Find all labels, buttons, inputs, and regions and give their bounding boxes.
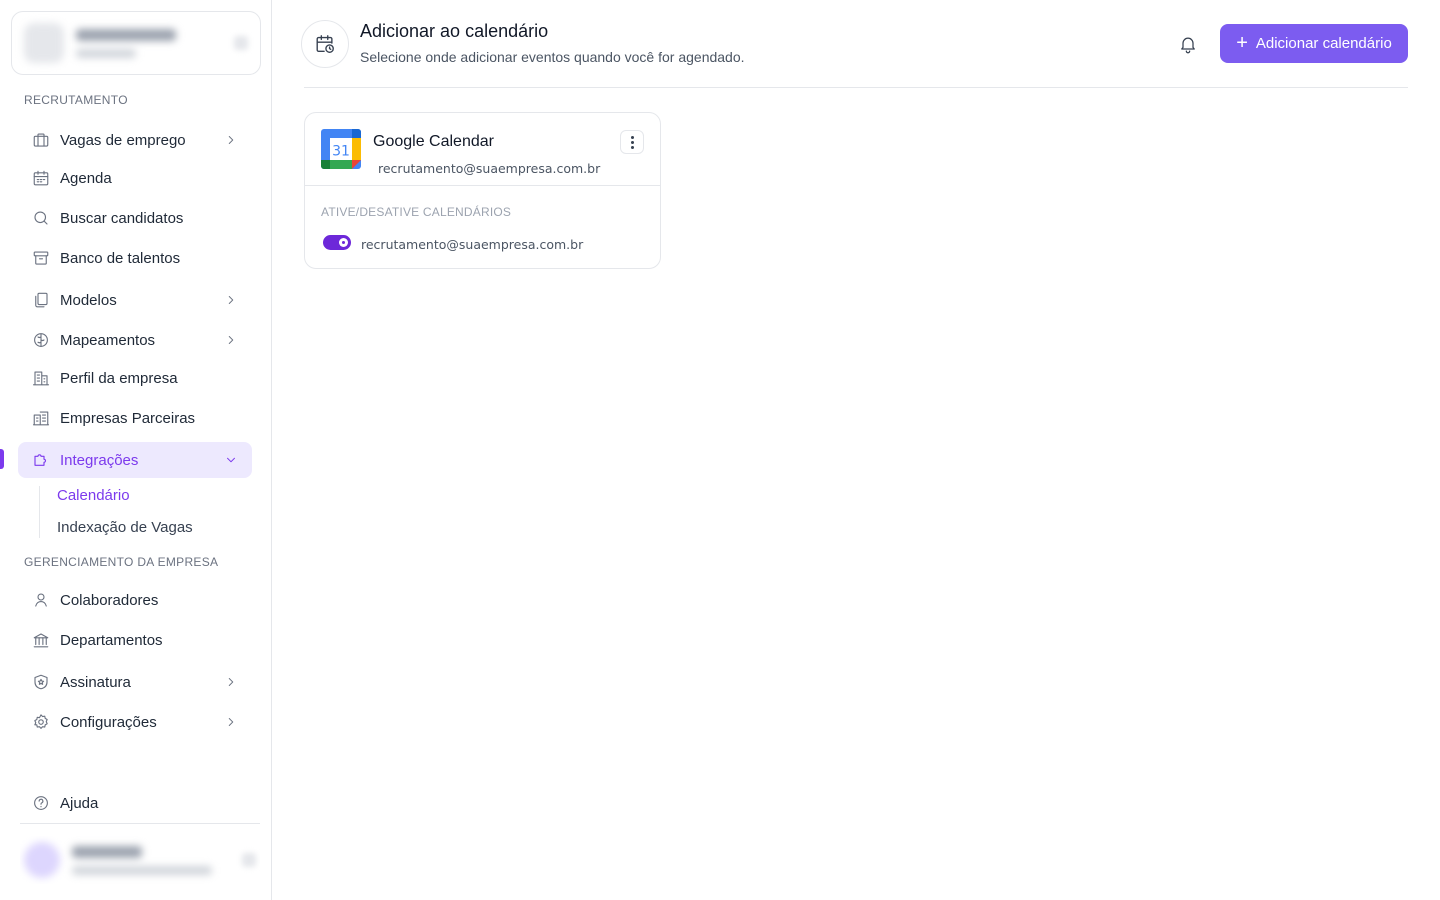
sidebar-item-mappings[interactable]: Mapeamentos [18, 322, 252, 358]
account-avatar [24, 23, 64, 63]
calendar-toggle-label: recrutamento@suaempresa.com.br [361, 237, 584, 252]
user-menu[interactable] [20, 836, 260, 884]
chevron-right-icon [224, 675, 238, 689]
copy-icon [32, 291, 50, 309]
account-info-blurred [76, 28, 222, 58]
calendar-icon [32, 169, 50, 187]
account-switcher[interactable] [11, 11, 261, 75]
sidebar-item-templates[interactable]: Modelos [18, 282, 252, 318]
sidebar-item-label: Integrações [60, 451, 139, 469]
divider [305, 185, 660, 186]
calendar-provider-name: Google Calendar [373, 133, 494, 150]
sidebar-item-jobs[interactable]: Vagas de emprego [18, 122, 252, 158]
sidebar-item-label: Colaboradores [60, 591, 159, 609]
sidebar-item-label: Vagas de emprego [60, 131, 186, 149]
sidebar-item-label: Empresas Parceiras [60, 409, 196, 427]
active-indicator [0, 449, 4, 469]
sidebar-subitem-job-indexing[interactable]: Indexação de Vagas [57, 519, 193, 536]
sidebar-item-label: Assinatura [60, 673, 131, 691]
page-subtitle: Selecione onde adicionar eventos quando … [360, 49, 745, 65]
subnav-line [39, 486, 40, 538]
sidebar-item-search-candidates[interactable]: Buscar candidatos [18, 200, 252, 236]
sidebar-item-label: Departamentos [60, 631, 163, 649]
logo-day: 31 [332, 144, 350, 160]
section-title-company-management: GERENCIAMENTO DA EMPRESA [24, 555, 219, 569]
app: RECRUTAMENTO Vagas de emprego Agenda Bus… [0, 0, 1440, 900]
sidebar-item-departments[interactable]: Departamentos [18, 622, 252, 658]
archive-icon [32, 249, 50, 267]
calendar-account-email: recrutamento@suaempresa.com.br [378, 161, 601, 176]
sidebar-item-integrations[interactable]: Integrações [18, 442, 252, 478]
divider [20, 823, 260, 824]
avatar [24, 842, 60, 878]
building-icon [32, 369, 50, 387]
search-icon [32, 209, 50, 227]
user-icon [32, 591, 50, 609]
more-options-icon[interactable] [620, 130, 644, 154]
shield-star-icon [32, 673, 50, 691]
buildings-icon [32, 409, 50, 427]
sidebar-item-settings[interactable]: Configurações [18, 704, 252, 740]
account-chevron-icon [234, 36, 248, 50]
help-circle-icon [32, 794, 50, 812]
sidebar-item-subscription[interactable]: Assinatura [18, 664, 252, 700]
add-calendar-button[interactable]: + Adicionar calendário [1220, 24, 1408, 63]
calendar-card: 31 Google Calendar recrutamento@suaempre… [304, 112, 661, 269]
sidebar-item-help[interactable]: Ajuda [18, 785, 252, 821]
calendar-toggle[interactable] [323, 235, 351, 250]
sidebar-item-agenda[interactable]: Agenda [18, 160, 252, 196]
sidebar-item-collaborators[interactable]: Colaboradores [18, 582, 252, 618]
sidebar-item-label: Agenda [60, 169, 112, 187]
user-info-blurred [72, 845, 230, 875]
bank-icon [32, 631, 50, 649]
sidebar-item-talent-pool[interactable]: Banco de talentos [18, 240, 252, 276]
bell-icon[interactable] [1176, 32, 1200, 56]
sidebar-item-label: Ajuda [60, 794, 99, 812]
chevron-right-icon [224, 293, 238, 307]
sidebar-item-company-profile[interactable]: Perfil da empresa [18, 360, 252, 396]
add-calendar-label: Adicionar calendário [1255, 35, 1392, 52]
plus-icon: + [1236, 31, 1248, 54]
sidebar-item-label: Configurações [60, 713, 157, 731]
chevron-down-icon [224, 453, 238, 467]
page-title: Adicionar ao calendário [360, 21, 549, 41]
sidebar-item-partner-companies[interactable]: Empresas Parceiras [18, 400, 252, 436]
briefcase-icon [32, 131, 50, 149]
toggle-section-title: ATIVE/DESATIVE CALENDÁRIOS [321, 205, 512, 219]
chevron-right-icon [224, 133, 238, 147]
sidebar: RECRUTAMENTO Vagas de emprego Agenda Bus… [0, 0, 272, 900]
sidebar-item-label: Modelos [60, 291, 117, 309]
google-calendar-logo: 31 [321, 129, 361, 169]
gear-icon [32, 713, 50, 731]
sidebar-item-label: Buscar candidatos [60, 209, 184, 227]
sidebar-item-label: Banco de talentos [60, 249, 181, 267]
sidebar-subitem-calendar[interactable]: Calendário [57, 487, 130, 504]
puzzle-icon [32, 451, 50, 469]
chevron-right-icon [224, 333, 238, 347]
user-chevron-icon [242, 853, 256, 867]
sidebar-item-label: Mapeamentos [60, 331, 156, 349]
brain-icon [32, 331, 50, 349]
calendar-clock-icon [301, 20, 349, 68]
divider [304, 87, 1408, 88]
chevron-right-icon [224, 715, 238, 729]
sidebar-item-label: Perfil da empresa [60, 369, 178, 387]
section-title-recruitment: RECRUTAMENTO [24, 93, 128, 107]
